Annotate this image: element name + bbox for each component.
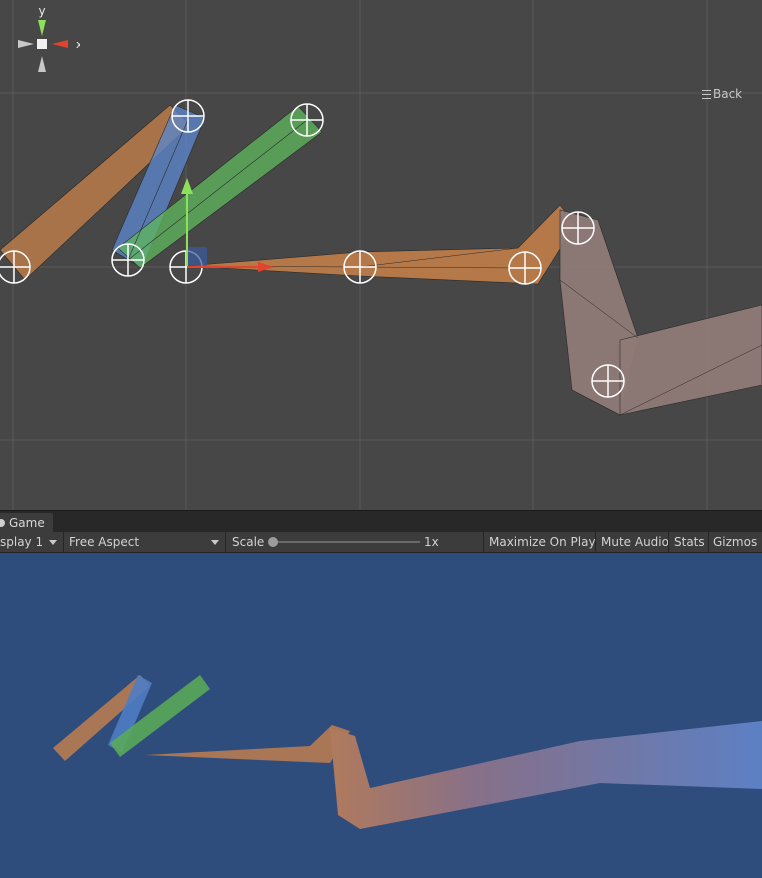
scale-value-label: 1x	[424, 535, 439, 549]
game-view[interactable]	[0, 553, 762, 878]
stats-toggle[interactable]: Stats	[668, 532, 708, 552]
joint-9	[591, 364, 625, 398]
bone-mauve-lower[interactable]	[619, 304, 762, 416]
chevron-down-icon	[49, 540, 57, 545]
joint-6	[343, 250, 377, 284]
joint-4	[290, 103, 324, 137]
display-dropdown[interactable]: splay 1	[0, 532, 63, 552]
game-toolbar: splay 1 Free Aspect Scale 1x Maximize On…	[0, 532, 762, 553]
gizmo-y-label: y	[38, 4, 45, 18]
maximize-on-play-label: Maximize On Play	[489, 535, 595, 549]
scene-view[interactable]: y x Back	[0, 0, 762, 510]
gizmo-neg-x-cone[interactable]	[18, 40, 34, 48]
scale-slider-track[interactable]	[270, 541, 420, 543]
joint-8	[561, 211, 595, 245]
joint-2	[171, 99, 205, 133]
gizmo-neg-y-cone[interactable]	[38, 56, 46, 72]
game-bone-mauve	[330, 721, 762, 829]
maximize-on-play-toggle[interactable]: Maximize On Play	[483, 532, 595, 552]
scale-label: Scale	[232, 535, 265, 549]
scale-value: 1x	[424, 532, 464, 552]
game-bone-orange-long	[145, 725, 350, 763]
stats-label: Stats	[674, 535, 705, 549]
joint-3	[111, 243, 145, 277]
game-render	[53, 675, 762, 829]
scale-slider-thumb[interactable]	[268, 537, 278, 547]
menu-icon	[702, 89, 711, 99]
gizmo-center-cube[interactable]	[37, 39, 47, 49]
gizmos-label: Gizmos	[713, 535, 758, 549]
aspect-dropdown-label: Free Aspect	[69, 535, 140, 549]
back-label: Back	[713, 87, 743, 101]
gizmo-x-cone[interactable]	[52, 40, 68, 48]
gizmos-dropdown[interactable]: Gizmos	[708, 532, 762, 552]
scene-canvas[interactable]	[0, 0, 762, 510]
chevron-down-icon	[211, 540, 219, 545]
orientation-gizmo[interactable]: y x	[0, 0, 80, 80]
gizmo-x-label: x	[76, 38, 80, 51]
bone-orange-long[interactable]	[185, 204, 576, 285]
tab-game-label: Game	[9, 516, 45, 530]
aspect-dropdown[interactable]: Free Aspect	[63, 532, 225, 552]
gizmo-y-cone[interactable]	[38, 20, 46, 36]
mute-audio-toggle[interactable]: Mute Audio	[595, 532, 668, 552]
game-controller-icon	[0, 519, 5, 527]
game-tab-bar: Game	[0, 510, 762, 533]
mute-audio-label: Mute Audio	[601, 535, 668, 549]
tab-game[interactable]: Game	[0, 513, 53, 533]
display-dropdown-label: splay 1	[0, 535, 44, 549]
view-back-button[interactable]: Back	[702, 87, 742, 101]
joint-7	[508, 251, 542, 285]
